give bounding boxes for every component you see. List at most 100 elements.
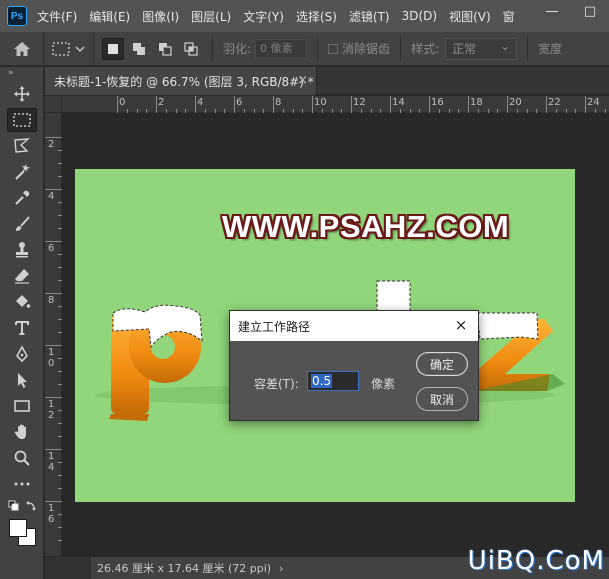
- zoom-icon: [14, 450, 30, 466]
- home-icon: [13, 41, 30, 56]
- type-tool[interactable]: [0, 315, 44, 341]
- eraser-icon: [15, 269, 29, 284]
- move-tool[interactable]: [0, 81, 44, 107]
- feather-label: 羽化:: [223, 42, 252, 56]
- ruler-tick: [117, 96, 118, 113]
- menu-3d[interactable]: 3D(D): [402, 9, 437, 23]
- subtract-selection-button[interactable]: [154, 38, 176, 60]
- ruler-h-label: 10: [314, 97, 327, 108]
- intersect-selection-button[interactable]: [180, 38, 202, 60]
- menu-select[interactable]: 选择(S): [296, 8, 337, 25]
- arrow-pointer-icon: [18, 373, 27, 388]
- zoom-tool[interactable]: [0, 445, 44, 471]
- ruler-h-label: 14: [392, 97, 405, 108]
- paint-bucket-tool[interactable]: [0, 289, 44, 315]
- rect-marquee-tool[interactable]: [0, 107, 44, 133]
- document-tab-bar: 未标题-1-恢复的 @ 66.7% (图层 3, RGB/8#) * ×: [45, 67, 609, 95]
- foreground-color-swatch[interactable]: [9, 519, 27, 537]
- menu-bar: Ps 文件(F) 编辑(E) 图像(I) 图层(L) 文字(Y) 选择(S) 滤…: [0, 0, 609, 32]
- options-divider: [527, 36, 529, 61]
- type-icon: [15, 321, 29, 335]
- document-tab-title: 未标题-1-恢复的 @ 66.7% (图层 3, RGB/8#) *: [54, 74, 314, 89]
- ruler-h-label: 12: [353, 97, 366, 108]
- menu-type[interactable]: 文字(Y): [243, 8, 284, 25]
- ruler-tick: [156, 96, 157, 113]
- tolerance-input[interactable]: 0.5: [307, 371, 359, 391]
- watermark-text: WWW.PSAHZ.COM: [222, 209, 510, 244]
- default-colors-icon: [8, 500, 36, 511]
- home-button[interactable]: [0, 31, 44, 66]
- pen-tool[interactable]: [0, 341, 44, 367]
- magic-wand-tool[interactable]: [0, 159, 44, 185]
- menu-file[interactable]: 文件(F): [37, 8, 77, 25]
- ruler-tick: [507, 96, 508, 113]
- tolerance-label: 容差(T):: [254, 377, 299, 391]
- menu-edit[interactable]: 编辑(E): [89, 8, 130, 25]
- subtract-selection-icon: [159, 42, 172, 56]
- hand-tool[interactable]: [0, 419, 44, 445]
- zoom-level-field[interactable]: [45, 556, 91, 579]
- ruler-origin[interactable]: [45, 96, 62, 113]
- document-tab[interactable]: 未标题-1-恢复的 @ 66.7% (图层 3, RGB/8#) * ×: [45, 67, 317, 95]
- ruler-v-label: 1 4: [48, 451, 55, 473]
- ruler-tick: [45, 397, 62, 398]
- status-menu-arrow-icon[interactable]: ›: [279, 562, 283, 575]
- chevron-down-icon: [75, 46, 85, 52]
- color-swatches[interactable]: [0, 517, 43, 551]
- options-bar: 羽化: 0 像素 消除锯齿 样式: 正常 宽度: [0, 31, 609, 66]
- eraser-tool[interactable]: [0, 263, 44, 289]
- more-tools-button[interactable]: [0, 471, 44, 497]
- ruler-tick: [195, 96, 196, 113]
- dialog-titlebar: 建立工作路径 ×: [230, 311, 478, 341]
- photoshop-logo-icon[interactable]: Ps: [7, 6, 27, 26]
- ruler-tick: [45, 137, 62, 138]
- ruler-tick: [546, 96, 547, 113]
- cancel-button[interactable]: 取消: [416, 387, 468, 411]
- new-selection-icon: [108, 43, 118, 54]
- width-label: 宽度: [538, 42, 563, 56]
- style-select[interactable]: 正常: [445, 36, 518, 60]
- brush-icon: [16, 216, 30, 231]
- ruler-h-label: 24: [587, 97, 600, 108]
- collapse-panel-button[interactable]: »: [0, 67, 43, 81]
- ruler-tick: [312, 96, 313, 113]
- horizontal-ruler[interactable]: 02468101214161820222426: [62, 96, 609, 113]
- ruler-h-label: 22: [548, 97, 561, 108]
- restore-button[interactable]: □: [571, 0, 609, 22]
- menu-filter[interactable]: 滤镜(T): [349, 8, 390, 25]
- ruler-tick: [585, 96, 586, 113]
- options-divider: [317, 36, 319, 61]
- feather-input[interactable]: 0 像素: [255, 38, 308, 59]
- new-selection-button[interactable]: [102, 37, 124, 60]
- dialog-close-icon[interactable]: ×: [452, 316, 470, 334]
- antialias-checkbox[interactable]: [328, 43, 339, 54]
- menu-image[interactable]: 图像(I): [142, 8, 179, 25]
- tolerance-value: 0.5: [311, 374, 333, 388]
- antialias-label: 消除锯齿: [342, 42, 391, 56]
- lasso-tool[interactable]: [0, 133, 44, 159]
- ok-button[interactable]: 确定: [416, 352, 468, 376]
- window-controls: — □: [533, 0, 609, 22]
- default-colors-button[interactable]: [0, 497, 44, 517]
- paint-bucket-icon: [16, 295, 31, 308]
- add-selection-button[interactable]: [128, 38, 150, 60]
- tool-preset-picker[interactable]: [44, 31, 94, 66]
- eyedropper-tool[interactable]: [0, 185, 44, 211]
- close-icon[interactable]: ×: [297, 73, 308, 88]
- rectangle-tool[interactable]: [0, 393, 44, 419]
- ruler-h-label: 0: [119, 97, 126, 108]
- minimize-button[interactable]: —: [533, 0, 571, 22]
- ruler-tick: [45, 345, 62, 346]
- brush-tool[interactable]: [0, 211, 44, 237]
- path-selection-tool[interactable]: [0, 367, 44, 393]
- add-selection-icon: [133, 42, 145, 55]
- menu-window[interactable]: 窗: [503, 8, 515, 25]
- vertical-ruler[interactable]: 2 4 6 8 1 0 1 2 1 4 1 6: [45, 113, 62, 556]
- ruler-v-label: 1 6: [48, 503, 55, 525]
- menu-layer[interactable]: 图层(L): [191, 8, 231, 25]
- stamp-tool[interactable]: [0, 237, 44, 263]
- ruler-tick: [45, 449, 62, 450]
- ruler-h-label: 4: [197, 97, 204, 108]
- menu-view[interactable]: 视图(V): [449, 8, 491, 25]
- ruler-tick: [390, 96, 391, 113]
